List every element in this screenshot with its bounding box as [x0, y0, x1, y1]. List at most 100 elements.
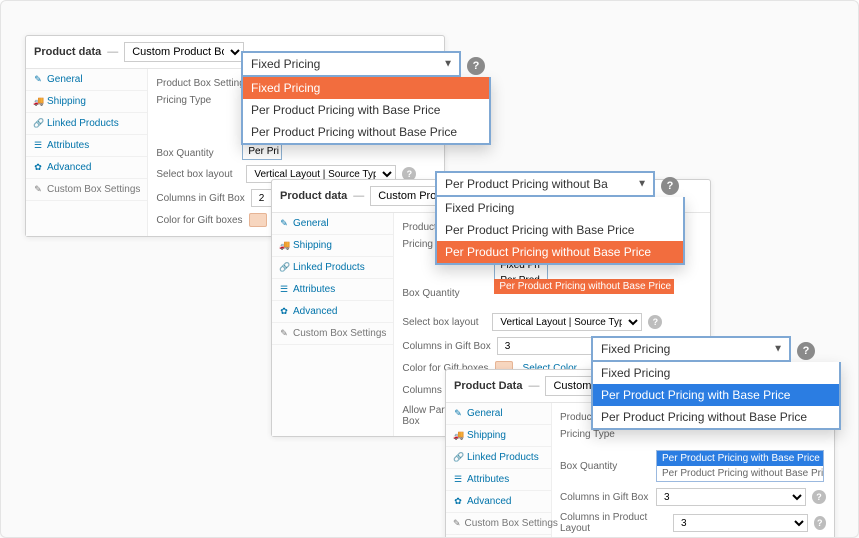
link-icon: 🔗	[279, 262, 289, 273]
pricing-type-label: Pricing Type	[560, 429, 650, 440]
product-data-label: Product data	[34, 46, 101, 58]
color-boxes-label: Color for Gift boxes	[156, 215, 242, 226]
nav-custom-box[interactable]: ✎Custom Box Settings	[446, 513, 551, 535]
nav-general[interactable]: ✎General	[446, 403, 551, 425]
pricing-option-per-base[interactable]: Per Product Pricing with Base Price	[243, 99, 489, 121]
pricing-option-per-nobase[interactable]: Per Product Pricing without Base Price	[243, 121, 489, 143]
nav-general[interactable]: ✎General	[272, 213, 393, 235]
columns-gift-label: Columns in Gift Box	[402, 341, 490, 352]
pricing-select-3[interactable]: Fixed Pricing ▼ ?	[591, 336, 791, 362]
separator: —	[528, 380, 539, 392]
pencil-icon: ✎	[453, 518, 461, 529]
pricing-dropdown-list-1: Fixed Pricing Per Product Pricing with B…	[241, 77, 491, 145]
wrench-icon: ✎	[279, 218, 289, 229]
link-icon: 🔗	[33, 118, 43, 129]
highlighted-option-strip: Per Product Pricing without Base Price	[494, 279, 674, 294]
list-icon: ☰	[33, 140, 43, 151]
pricing-option-per-base[interactable]: Per Product Pricing with Base Price	[593, 384, 839, 406]
chevron-down-icon: ▼	[637, 179, 647, 190]
box-quantity-label: Box Quantity	[560, 461, 650, 472]
pricing-option-fixed[interactable]: Fixed Pricing	[593, 362, 839, 384]
chevron-down-icon: ▼	[443, 59, 453, 70]
help-icon[interactable]: ?	[467, 57, 485, 75]
panel-3-nav: ✎General 🚚Shipping 🔗Linked Products ☰Att…	[446, 403, 552, 538]
pricing-select-1[interactable]: Fixed Pricing ▼ ?	[241, 51, 461, 77]
nav-attributes[interactable]: ☰Attributes	[26, 135, 147, 157]
pricing-option-per-nobase[interactable]: Per Product Pricing without Base Price	[437, 241, 683, 263]
truck-icon: 🚚	[453, 430, 463, 441]
gear-icon: ✿	[453, 496, 463, 507]
link-icon: 🔗	[453, 452, 463, 463]
wrench-icon: ✎	[453, 408, 463, 419]
nav-general[interactable]: ✎General	[26, 69, 147, 91]
pricing-mini-listbox-blue: Per Product Pricing with Base Price Per …	[656, 450, 824, 482]
gear-icon: ✿	[279, 306, 289, 317]
nav-attributes[interactable]: ☰Attributes	[446, 469, 551, 491]
nav-custom-box[interactable]: ✎Custom Box Settings	[26, 179, 147, 201]
product-data-label: Product data	[280, 190, 347, 202]
help-icon[interactable]: ?	[814, 516, 826, 530]
box-quantity-label: Box Quantity	[156, 148, 240, 159]
listbox-row: Per Product Pricing without Base Price	[657, 466, 823, 481]
nav-linked[interactable]: 🔗Linked Products	[272, 257, 393, 279]
product-type-select[interactable]: Custom Product Box	[124, 42, 244, 62]
select-layout-label: Select box layout	[156, 169, 240, 180]
help-icon[interactable]: ?	[812, 490, 826, 504]
pricing-select-2[interactable]: Per Product Pricing without Ba ▼ ?	[435, 171, 655, 197]
wrench-icon: ✎	[33, 74, 43, 85]
stage: Product data — Custom Product Box ✎Gener…	[0, 0, 859, 538]
list-icon: ☰	[453, 474, 463, 485]
truck-icon: 🚚	[279, 240, 289, 251]
pricing-dropdown-list-3: Fixed Pricing Per Product Pricing with B…	[591, 362, 841, 430]
columns-gift-label: Columns in Gift Box	[560, 492, 650, 503]
pricing-dropdown-1: Fixed Pricing ▼ ? Fixed Pricing Per Prod…	[241, 51, 491, 145]
help-icon[interactable]: ?	[648, 315, 662, 329]
columns-product-select[interactable]: 3	[673, 514, 808, 532]
columns-gift-label: Columns in Gift Box	[156, 193, 244, 204]
pricing-select-value: Fixed Pricing	[601, 342, 670, 356]
nav-advanced[interactable]: ✿Advanced	[446, 491, 551, 513]
nav-attributes[interactable]: ☰Attributes	[272, 279, 393, 301]
listbox-row: Per Pri	[243, 144, 281, 159]
separator: —	[353, 190, 364, 202]
nav-linked[interactable]: 🔗Linked Products	[26, 113, 147, 135]
nav-shipping[interactable]: 🚚Shipping	[446, 425, 551, 447]
nav-custom-box[interactable]: ✎Custom Box Settings	[272, 323, 393, 345]
panel-1-nav: ✎General 🚚Shipping 🔗Linked Products ☰Att…	[26, 69, 148, 236]
color-swatch	[249, 213, 267, 227]
chevron-down-icon: ▼	[773, 344, 783, 355]
pricing-option-per-nobase[interactable]: Per Product Pricing without Base Price	[593, 406, 839, 428]
pricing-select-value: Per Product Pricing without Ba	[445, 177, 608, 191]
help-icon[interactable]: ?	[661, 177, 679, 195]
pricing-dropdown-list-2: Fixed Pricing Per Product Pricing with B…	[435, 197, 685, 265]
pricing-option-fixed[interactable]: Fixed Pricing	[437, 197, 683, 219]
pricing-dropdown-3: Fixed Pricing ▼ ? Fixed Pricing Per Prod…	[591, 336, 841, 430]
pricing-select-value: Fixed Pricing	[251, 57, 320, 71]
nav-linked[interactable]: 🔗Linked Products	[446, 447, 551, 469]
pencil-icon: ✎	[33, 184, 43, 195]
list-icon: ☰	[279, 284, 289, 295]
box-quantity-label: Box Quantity	[402, 288, 486, 299]
gear-icon: ✿	[33, 162, 43, 173]
pencil-icon: ✎	[279, 328, 289, 339]
nav-advanced[interactable]: ✿Advanced	[272, 301, 393, 323]
listbox-row: Per Product Pricing with Base Price	[657, 451, 823, 466]
columns-product-label: Columns in Product Layout	[560, 512, 667, 534]
pricing-type-label: Pricing Type	[156, 95, 240, 106]
select-layout-label: Select box layout	[402, 317, 486, 328]
panel-2-nav: ✎General 🚚Shipping 🔗Linked Products ☰Att…	[272, 213, 394, 436]
nav-advanced[interactable]: ✿Advanced	[26, 157, 147, 179]
nav-shipping[interactable]: 🚚Shipping	[272, 235, 393, 257]
help-icon[interactable]: ?	[797, 342, 815, 360]
separator: —	[107, 46, 118, 58]
listbox-row: Per Product Pricing without Base Price	[494, 279, 674, 294]
columns-gift-select[interactable]: 3	[656, 488, 806, 506]
pricing-option-fixed[interactable]: Fixed Pricing	[243, 77, 489, 99]
pricing-option-per-base[interactable]: Per Product Pricing with Base Price	[437, 219, 683, 241]
nav-shipping[interactable]: 🚚Shipping	[26, 91, 147, 113]
truck-icon: 🚚	[33, 96, 43, 107]
box-settings-heading: Product Box Settings	[156, 78, 249, 89]
pricing-dropdown-2: Per Product Pricing without Ba ▼ ? Fixed…	[435, 171, 685, 265]
product-data-label: Product Data	[454, 380, 522, 392]
layout-select[interactable]: Vertical Layout | Source Type: F	[492, 313, 642, 331]
